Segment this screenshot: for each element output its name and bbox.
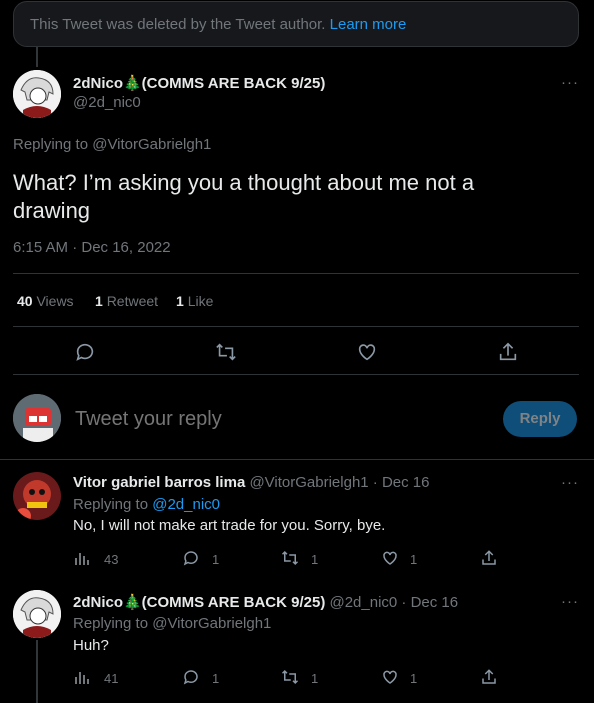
retweets-label: Retweet	[106, 293, 159, 309]
views-stat[interactable]: 40 Views	[17, 293, 74, 309]
retweet-count: 1	[311, 671, 319, 686]
reply-icon[interactable]	[182, 668, 200, 686]
retweet-count: 1	[311, 552, 319, 567]
reply-handle-date[interactable]: @VitorGabrielgh1 · Dec 16	[249, 474, 429, 491]
tweet-timestamp[interactable]: 6:15 AM · Dec 16, 2022	[13, 239, 171, 256]
thread-connector	[36, 640, 38, 703]
replying-to-prefix: Replying to	[13, 136, 89, 153]
tweet-text: What? I’m asking you a thought about me …	[13, 170, 475, 223]
heart-icon[interactable]	[381, 668, 399, 686]
divider	[13, 374, 579, 375]
reply-input[interactable]	[75, 405, 475, 433]
like-count: 1	[410, 552, 418, 567]
share-icon[interactable]	[480, 668, 498, 686]
avatar[interactable]	[13, 472, 61, 520]
likes-count: 1	[176, 293, 184, 309]
reply-count: 1	[212, 552, 220, 567]
reply-header: 2dNico🎄(COMMS ARE BACK 9/25) @2d_nic0 · …	[73, 593, 458, 611]
thread-connector	[36, 47, 38, 67]
more-icon[interactable]: ···	[561, 74, 579, 91]
views-icon[interactable]	[74, 550, 90, 566]
learn-more-link[interactable]: Learn more	[330, 16, 407, 33]
reply-button[interactable]: Reply	[503, 401, 577, 437]
more-icon[interactable]: ···	[561, 593, 579, 610]
reply-text: Huh?	[73, 637, 109, 654]
share-icon[interactable]	[497, 341, 519, 363]
views-count: 43	[104, 552, 119, 567]
likes-stat[interactable]: 1 Like	[176, 293, 213, 309]
replying-to-handle[interactable]: @VitorGabrielgh1	[92, 136, 211, 153]
reply-header: Vitor gabriel barros lima @VitorGabrielg…	[73, 474, 430, 491]
views-label: Views	[36, 293, 74, 309]
retweets-count: 1	[95, 293, 103, 309]
like-count: 1	[410, 671, 418, 686]
reply-icon[interactable]	[182, 549, 200, 567]
deleted-tweet-notice: This Tweet was deleted by the Tweet auth…	[13, 1, 579, 47]
divider	[13, 273, 579, 274]
divider	[13, 326, 579, 327]
views-icon[interactable]	[74, 669, 90, 685]
views-count: 40	[17, 293, 33, 309]
reply-count: 1	[212, 671, 220, 686]
display-name[interactable]: 2dNico🎄(COMMS ARE BACK 9/25)	[73, 74, 325, 92]
retweet-icon[interactable]	[281, 549, 299, 567]
replying-to-line: Replying to @VitorGabrielgh1	[73, 615, 271, 632]
more-icon[interactable]: ···	[561, 474, 579, 491]
reply-handle-date[interactable]: @2d_nic0 · Dec 16	[329, 594, 458, 611]
share-icon[interactable]	[480, 549, 498, 567]
heart-icon[interactable]	[356, 341, 378, 363]
replying-to-line: Replying to @2d_nic0	[73, 496, 220, 513]
reply-display-name[interactable]: 2dNico🎄(COMMS ARE BACK 9/25)	[73, 594, 325, 611]
replying-to-line: Replying to @VitorGabrielgh1	[13, 136, 211, 153]
deleted-notice-text: This Tweet was deleted by the Tweet auth…	[30, 16, 326, 33]
user-avatar[interactable]	[13, 394, 61, 442]
replying-to-prefix: Replying to	[73, 496, 149, 513]
reply-icon[interactable]	[74, 341, 96, 363]
replying-to-handle[interactable]: @2d_nic0	[152, 496, 220, 513]
avatar[interactable]	[13, 590, 61, 638]
heart-icon[interactable]	[381, 549, 399, 567]
divider	[0, 459, 594, 460]
avatar[interactable]	[13, 70, 61, 118]
replying-to-handle[interactable]: @VitorGabrielgh1	[152, 615, 271, 632]
retweets-stat[interactable]: 1 Retweet	[95, 293, 158, 309]
reply-display-name[interactable]: Vitor gabriel barros lima	[73, 474, 245, 491]
retweet-icon[interactable]	[281, 668, 299, 686]
likes-label: Like	[187, 293, 214, 309]
reply-text: No, I will not make art trade for you. S…	[73, 517, 386, 534]
retweet-icon[interactable]	[215, 341, 237, 363]
views-count: 41	[104, 671, 119, 686]
replying-to-prefix: Replying to	[73, 615, 149, 632]
handle[interactable]: @2d_nic0	[73, 94, 141, 111]
